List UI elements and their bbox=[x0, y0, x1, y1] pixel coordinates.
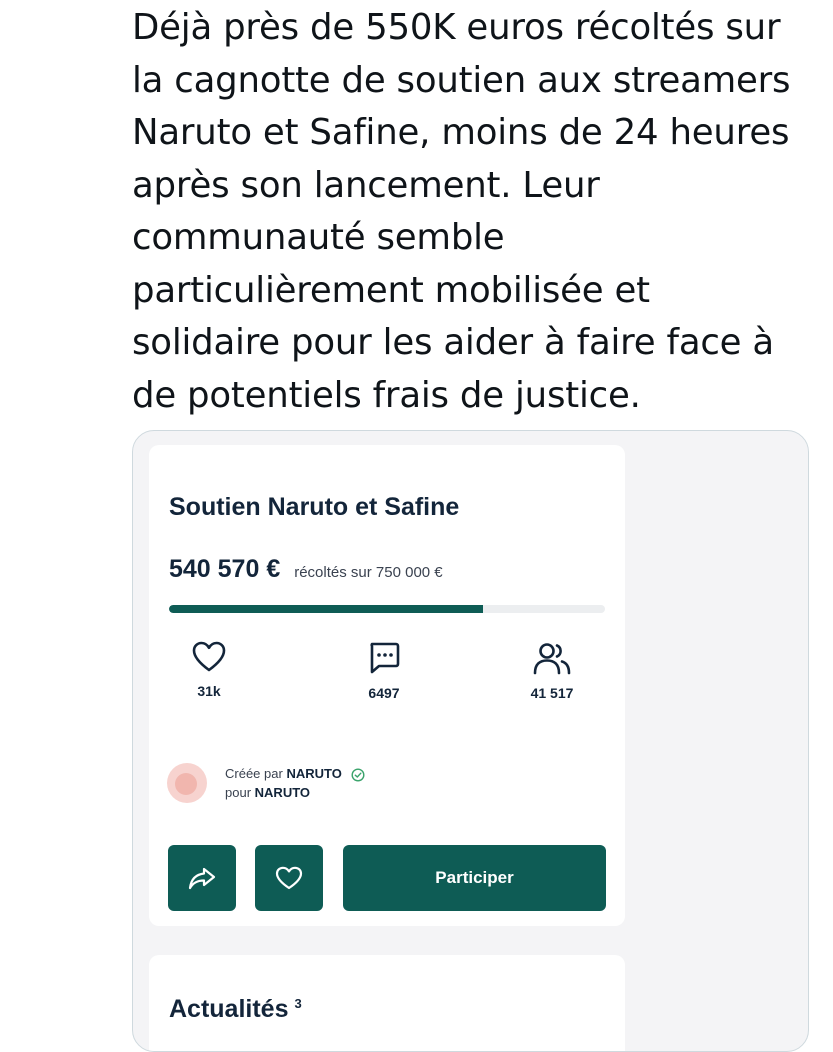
creator-name[interactable]: NARUTO bbox=[286, 766, 341, 781]
created-by-prefix: Créée par bbox=[225, 766, 283, 781]
comment-icon bbox=[370, 642, 400, 674]
verified-icon bbox=[351, 768, 365, 782]
heart-icon bbox=[192, 641, 226, 672]
news-heading[interactable]: Actualités 3 bbox=[169, 995, 302, 1024]
campaign-card: Soutien Naruto et Safine 540 570 € récol… bbox=[149, 445, 625, 926]
stat-comments[interactable]: 6497 bbox=[339, 641, 429, 701]
comments-count: 6497 bbox=[368, 685, 400, 701]
creator-info: Créée par NARUTO pour NARUTO bbox=[167, 763, 365, 803]
avatar[interactable] bbox=[167, 763, 207, 803]
tweet-media-image[interactable]: Soutien Naruto et Safine 540 570 € récol… bbox=[132, 430, 809, 1052]
news-title: Actualités bbox=[169, 995, 289, 1023]
share-button[interactable] bbox=[168, 845, 236, 911]
collected-amount: 540 570 € bbox=[169, 555, 281, 583]
news-count: 3 bbox=[294, 995, 302, 1011]
for-prefix: pour bbox=[225, 785, 252, 800]
likes-count: 31k bbox=[197, 683, 221, 699]
contributors-count: 41 517 bbox=[530, 685, 574, 701]
participate-button[interactable]: Participer bbox=[343, 845, 606, 911]
beneficiary-name[interactable]: NARUTO bbox=[255, 785, 310, 800]
progress-bar bbox=[169, 605, 605, 613]
news-card: Actualités 3 bbox=[149, 955, 625, 1051]
users-icon bbox=[533, 643, 571, 675]
tweet-text: Déjà près de 550K euros récoltés sur la … bbox=[132, 7, 791, 416]
progress-fill bbox=[169, 605, 483, 613]
favorite-button[interactable] bbox=[255, 845, 323, 911]
heart-outline-icon bbox=[275, 866, 303, 890]
campaign-title: Soutien Naruto et Safine bbox=[169, 493, 460, 521]
stat-likes[interactable]: 31k bbox=[164, 641, 254, 699]
share-icon bbox=[188, 867, 216, 890]
amount-row: 540 570 € récoltés sur 750 000 € bbox=[169, 555, 443, 584]
stat-contributors[interactable]: 41 517 bbox=[507, 641, 597, 701]
goal-text: récoltés sur 750 000 € bbox=[294, 564, 443, 581]
